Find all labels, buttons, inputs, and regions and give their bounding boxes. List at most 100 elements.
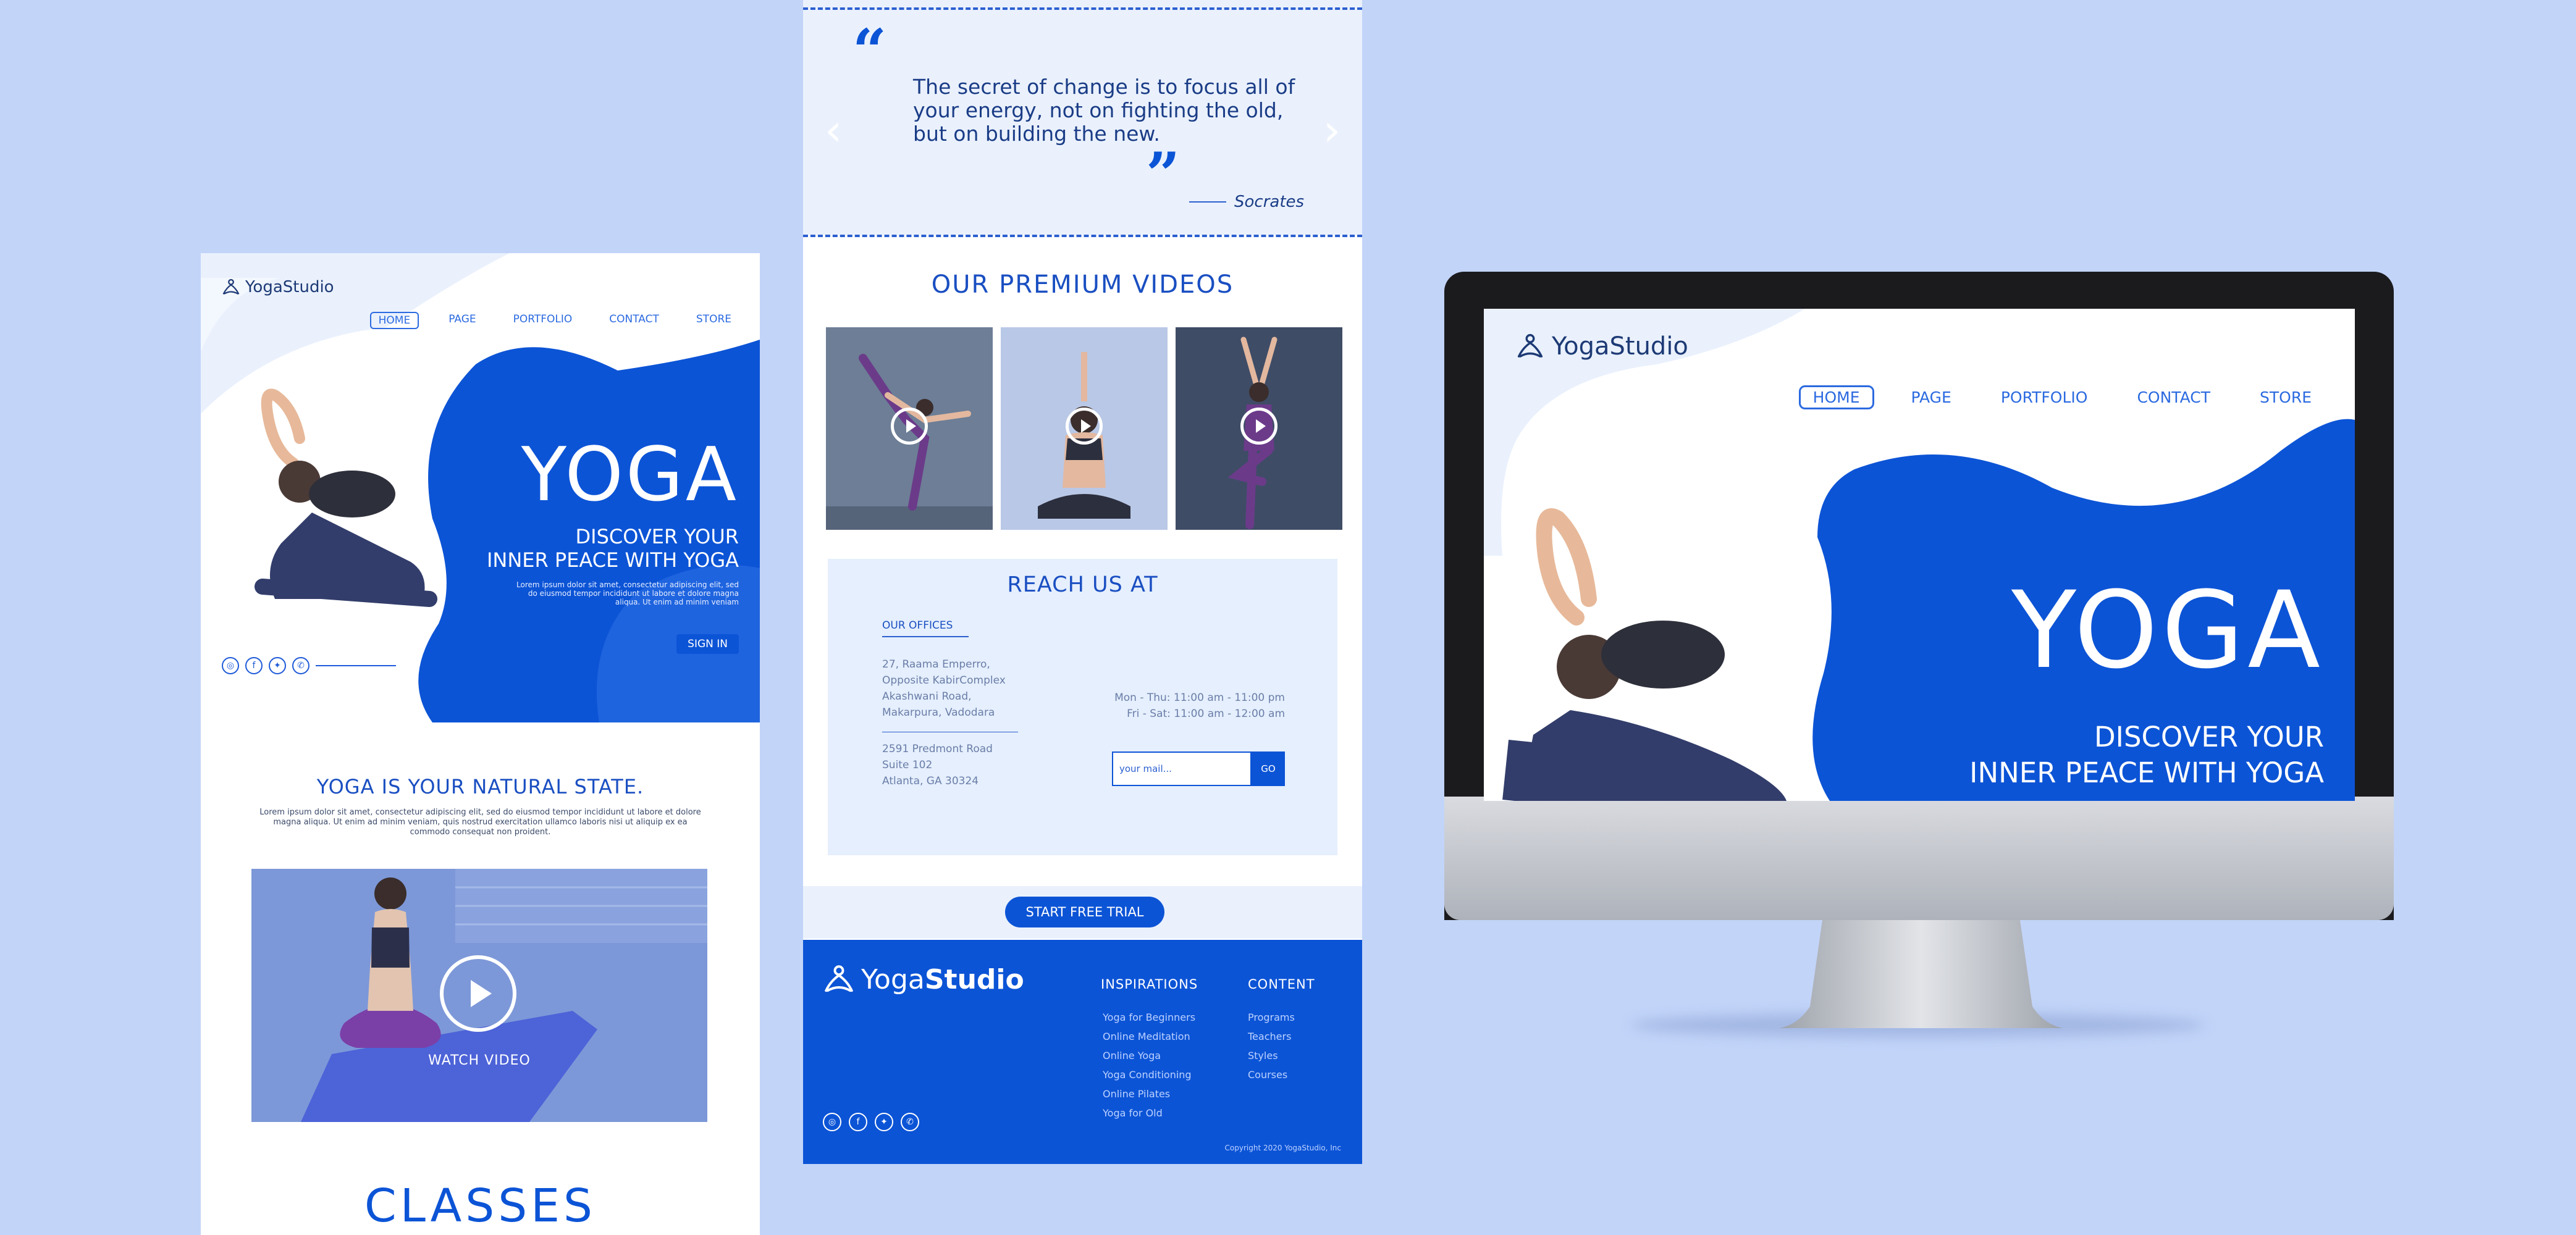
instagram-icon[interactable]: ◎ — [222, 657, 239, 674]
address-line: Atlanta, GA 30324 — [882, 775, 979, 787]
footer-link[interactable]: Yoga for Old — [1103, 1103, 1195, 1123]
social-links: ◎ f ✦ ✆ — [222, 657, 396, 674]
offices-underline — [882, 636, 969, 637]
hero-tagline: DISCOVER YOUR INNER PEACE WITH YOGA — [1969, 719, 2324, 791]
offices-heading: OUR OFFICES — [882, 619, 953, 632]
brand-name: YogaStudio — [1552, 332, 1688, 361]
nav-contact[interactable]: CONTACT — [2124, 386, 2223, 409]
footer-link[interactable]: Online Pilates — [1103, 1084, 1195, 1103]
address-line: Makarpura, Vadodara — [882, 706, 995, 719]
copyright: Copyright 2020 YogaStudio, Inc — [1224, 1144, 1341, 1152]
footer-link[interactable]: Teachers — [1248, 1027, 1295, 1046]
nav-store[interactable]: STORE — [689, 312, 739, 329]
hero-yoga-woman-image — [1502, 508, 1787, 801]
hero-tagline: DISCOVER YOUR INNER PEACE WITH YOGA — [487, 525, 739, 572]
nav-portfolio[interactable]: PORTFOLIO — [1989, 386, 2100, 409]
twitter-icon[interactable]: ✦ — [269, 657, 286, 674]
hero-title: YOGA — [521, 432, 739, 518]
brand-name: YogaStudio — [245, 278, 334, 296]
twitter-icon[interactable]: ✦ — [875, 1113, 893, 1131]
hours-weekend: Fri - Sat: 11:00 am - 12:00 am — [1127, 708, 1285, 720]
video-thumbnail-2[interactable] — [1001, 327, 1168, 530]
brand-name-part2: Studio — [924, 963, 1024, 995]
social-divider — [316, 665, 396, 666]
footer-link[interactable]: Online Meditation — [1103, 1027, 1195, 1046]
facebook-icon[interactable]: f — [245, 657, 263, 674]
brand-name-part1: Yoga — [861, 963, 925, 995]
opening-hours: Mon - Thu: 11:00 am - 11:00 pm Fri - Sat… — [1114, 690, 1285, 722]
content-list: Programs Teachers Styles Courses — [1248, 1008, 1295, 1084]
intro-text: Lorem ipsum dolor sit amet, consectetur … — [259, 808, 701, 837]
facebook-icon[interactable]: f — [849, 1113, 867, 1131]
nav-home[interactable]: HOME — [369, 312, 419, 329]
inspirations-heading: INSPIRATIONS — [1101, 977, 1198, 992]
footer-link[interactable]: Online Yoga — [1103, 1046, 1195, 1065]
address-line: Suite 102 — [882, 759, 933, 771]
brand-logo[interactable]: YogaStudio — [222, 278, 334, 296]
nav-home[interactable]: HOME — [1798, 385, 1874, 409]
office-address-2: 2591 Predmont Road Suite 102 Atlanta, GA… — [882, 741, 993, 789]
lotus-icon — [222, 278, 240, 296]
author-dash — [1189, 201, 1226, 203]
brand-logo[interactable]: YogaStudio — [1516, 332, 1688, 361]
content-heading: CONTENT — [1248, 977, 1315, 992]
instagram-icon[interactable]: ◎ — [823, 1113, 841, 1131]
hero-tagline-line1: DISCOVER YOUR — [575, 525, 739, 548]
hero-yoga-woman-image — [255, 388, 437, 607]
footer-link[interactable]: Styles — [1248, 1046, 1295, 1065]
footer-link[interactable]: Courses — [1248, 1065, 1295, 1084]
hero-tagline-line1: DISCOVER YOUR — [2094, 721, 2324, 753]
video-thumbnail-1[interactable] — [826, 327, 993, 530]
main-nav: HOME PAGE PORTFOLIO CONTACT STORE — [1798, 385, 2324, 409]
intro-heading: YOGA IS YOUR NATURAL STATE. — [316, 775, 644, 798]
quote-close-icon: ” — [1146, 140, 1181, 209]
hours-weekday: Mon - Thu: 11:00 am - 11:00 pm — [1114, 692, 1285, 704]
video-thumbnail-3[interactable] — [1176, 327, 1342, 530]
monitor-chin — [1444, 797, 2394, 920]
intro-video[interactable]: WATCH VIDEO — [251, 869, 707, 1122]
reach-heading: REACH US AT — [1007, 572, 1158, 597]
content-page-panel: ‹ › “ The secret of change is to focus a… — [803, 0, 1362, 1164]
footer-link[interactable]: Programs — [1248, 1008, 1295, 1027]
chevron-right-icon[interactable]: › — [1323, 105, 1341, 156]
quote-author: Socrates — [1234, 193, 1305, 211]
nav-portfolio[interactable]: PORTFOLIO — [506, 312, 580, 329]
quote-divider-bottom — [803, 235, 1362, 237]
footer-link[interactable]: Yoga Conditioning — [1103, 1065, 1195, 1084]
videos-heading: OUR PREMIUM VIDEOS — [931, 270, 1234, 299]
start-free-trial-button[interactable]: START FREE TRIAL — [1005, 897, 1164, 927]
email-input[interactable]: your mail... — [1112, 751, 1252, 786]
watch-video-label: WATCH VIDEO — [428, 1053, 531, 1068]
contact-section: REACH US AT OUR OFFICES 27, Raama Emperr… — [828, 559, 1337, 855]
address-line: Akashwani Road, — [882, 690, 972, 703]
newsletter-form: your mail... GO — [1112, 751, 1285, 786]
hero-title: YOGA — [2011, 568, 2324, 692]
nav-page[interactable]: PAGE — [1899, 386, 1964, 409]
nav-page[interactable]: PAGE — [441, 312, 483, 329]
hero-description: Lorem ipsum dolor sit amet, consectetur … — [516, 580, 739, 606]
go-button[interactable]: GO — [1252, 751, 1285, 786]
main-nav: HOME PAGE PORTFOLIO CONTACT STORE — [369, 312, 739, 329]
whatsapp-icon[interactable]: ✆ — [901, 1113, 919, 1131]
office-address-1: 27, Raama Emperro, Opposite KabirComplex… — [882, 656, 1006, 721]
nav-store[interactable]: STORE — [2247, 386, 2324, 409]
play-icon[interactable] — [891, 408, 928, 445]
play-icon[interactable] — [1066, 408, 1103, 445]
play-icon[interactable] — [1240, 408, 1277, 445]
address-line: Opposite KabirComplex — [882, 674, 1006, 687]
quote-divider-top — [803, 7, 1362, 10]
chevron-left-icon[interactable]: ‹ — [825, 105, 842, 156]
monitor-stand — [1779, 920, 2063, 1028]
lotus-icon — [1516, 332, 1544, 361]
sign-in-button[interactable]: SIGN IN — [676, 634, 739, 654]
footer-logo[interactable]: YogaStudio — [823, 963, 1024, 995]
footer-social-links: ◎ f ✦ ✆ — [823, 1113, 919, 1131]
whatsapp-icon[interactable]: ✆ — [292, 657, 309, 674]
monitor-screen: YogaStudio HOME PAGE PORTFOLIO CONTACT S… — [1484, 309, 2355, 801]
nav-contact[interactable]: CONTACT — [602, 312, 667, 329]
footer-link[interactable]: Yoga for Beginners — [1103, 1008, 1195, 1027]
address-line: 2591 Predmont Road — [882, 743, 993, 755]
play-icon[interactable] — [440, 955, 516, 1032]
address-line: 27, Raama Emperro, — [882, 658, 990, 671]
landing-page-panel: YogaStudio HOME PAGE PORTFOLIO CONTACT S… — [201, 253, 760, 1235]
